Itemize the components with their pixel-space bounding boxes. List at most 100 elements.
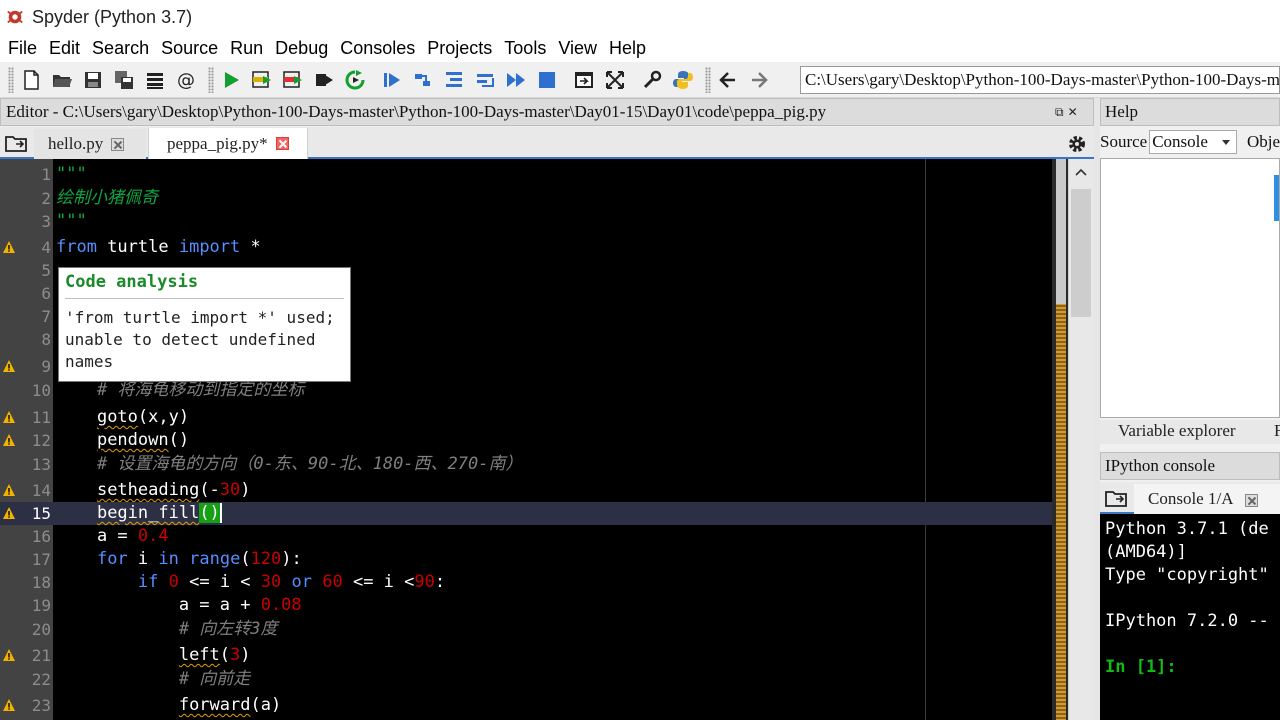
toolbar-grip-2[interactable] [208, 66, 214, 93]
menu-search[interactable]: Search [86, 34, 155, 62]
source-select[interactable]: Console [1149, 130, 1237, 154]
step-into-button[interactable] [441, 66, 467, 94]
close-tab-icon[interactable] [275, 137, 289, 150]
run-selection-button[interactable] [311, 66, 337, 94]
console-prompt: In [1]: [1105, 657, 1177, 677]
run-button[interactable] [218, 66, 244, 94]
forward-button[interactable] [746, 66, 772, 94]
spyder-window: Spyder (Python 3.7) File Edit Search Sou… [0, 0, 1280, 720]
tab-file-explorer[interactable]: F [1274, 421, 1280, 441]
ipython-console[interactable]: Python 3.7.1 (de (AMD64)] Type "copyrigh… [1100, 514, 1280, 720]
working-directory-input[interactable]: C:\Users\gary\Desktop\Python-100-Days-ma… [800, 66, 1280, 94]
toolbar-grip[interactable] [8, 66, 14, 93]
help-content-view[interactable] [1100, 158, 1280, 418]
save-all-button[interactable] [111, 66, 137, 94]
code-line[interactable]: 4 from turtle import * [0, 236, 1052, 259]
code-line[interactable]: 21 left(3) [0, 644, 1052, 667]
warning-icon[interactable] [2, 698, 16, 712]
menu-run[interactable]: Run [224, 34, 269, 62]
gear-icon[interactable] [1066, 133, 1088, 155]
warning-icon[interactable] [2, 483, 16, 497]
open-file-button[interactable] [49, 66, 75, 94]
menu-file[interactable]: File [2, 34, 43, 62]
at-button[interactable]: @ [173, 66, 199, 94]
run-cell-advance-button[interactable] [280, 66, 306, 94]
new-file-button[interactable] [18, 66, 44, 94]
code-line[interactable]: 17 for i in range(120): [0, 548, 1052, 571]
tab-peppa-pig-py[interactable]: peppa_pig.py* [148, 128, 308, 159]
save-button[interactable] [80, 66, 106, 94]
list-button[interactable] [142, 66, 168, 94]
tab-label: peppa_pig.py* [167, 133, 268, 153]
source-select-value: Console [1152, 132, 1208, 151]
close-pane-icon[interactable]: ✕ [1068, 105, 1078, 119]
fullscreen-button[interactable] [602, 66, 628, 94]
chevron-up-icon[interactable] [1075, 167, 1087, 177]
browse-tabs-icon[interactable] [4, 133, 28, 153]
step-button[interactable] [410, 66, 436, 94]
toolbar-grip-3[interactable] [705, 66, 711, 93]
code-line[interactable]: 22 # 向前走 [0, 668, 1052, 691]
code-line[interactable]: 19 a = a + 0.08 [0, 594, 1052, 617]
step-return-button[interactable] [472, 66, 498, 94]
maximize-pane-button[interactable] [571, 66, 597, 94]
code-line[interactable]: 12 pendown() [0, 429, 1052, 452]
menu-source[interactable]: Source [155, 34, 224, 62]
code-line[interactable]: 14 setheading(-30) [0, 479, 1052, 502]
code-line[interactable]: 11 goto(x,y) [0, 406, 1052, 429]
code-line[interactable]: 16 a = 0.4 [0, 525, 1052, 548]
preferences-button[interactable] [639, 66, 665, 94]
warning-icon[interactable] [2, 410, 16, 424]
code-line[interactable]: 2 绘制小猪佩奇 [0, 187, 1052, 210]
editor-vertical-scrollbar[interactable] [1068, 159, 1094, 720]
code-line[interactable]: 1 """ [0, 163, 1052, 186]
code-analysis-tooltip: Code analysis 'from turtle import *' use… [58, 267, 351, 382]
flag-area[interactable] [1052, 159, 1068, 720]
undock-icon[interactable]: ⧉ [1055, 105, 1064, 120]
stop-button[interactable] [534, 66, 560, 94]
console-line: Python 3.7.1 (de [1105, 519, 1269, 539]
tab-hello-py[interactable]: hello.py [34, 129, 146, 159]
close-tab-icon[interactable] [111, 137, 125, 151]
code-line[interactable]: 23 forward(a) [0, 694, 1052, 717]
current-code-line[interactable]: 15 begin_fill() [0, 502, 1052, 525]
menu-debug[interactable]: Debug [269, 34, 334, 62]
debug-button[interactable] [379, 66, 405, 94]
code-line[interactable]: 10 # 将海龟移动到指定的坐标 [0, 379, 1052, 402]
python-path-button[interactable] [670, 66, 696, 94]
rerun-button[interactable] [342, 66, 368, 94]
warning-icon[interactable] [2, 648, 16, 662]
scrollbar-thumb[interactable] [1071, 189, 1091, 317]
python-path-icon [673, 70, 693, 89]
tab-variable-explorer[interactable]: Variable explorer [1118, 421, 1236, 441]
code-editor[interactable]: 1 """ 2 绘制小猪佩奇 3 """ 4 from turtle import * … [0, 159, 1068, 720]
menu-projects[interactable]: Projects [421, 34, 498, 62]
tooltip-title: Code analysis [65, 272, 199, 292]
save-all-icon [115, 70, 133, 89]
code-line[interactable]: 20 # 向左转3度 [0, 618, 1052, 641]
warning-icon[interactable] [2, 359, 16, 373]
menu-edit[interactable]: Edit [43, 34, 86, 62]
menu-view[interactable]: View [552, 34, 603, 62]
run-cell-advance-icon [283, 70, 302, 88]
menu-bar: File Edit Search Source Run Debug Consol… [0, 34, 1280, 62]
title-bar: Spyder (Python 3.7) [0, 0, 1280, 34]
continue-button[interactable] [503, 66, 529, 94]
object-label: Obje [1246, 132, 1280, 151]
tab-console-1[interactable]: Console 1/A [1134, 484, 1280, 514]
warning-icon[interactable] [2, 240, 16, 254]
code-line[interactable]: 3 """ [0, 210, 1052, 233]
menu-help[interactable]: Help [603, 34, 652, 62]
code-line[interactable]: 18 if 0 <= i < 30 or 60 <= i <90: [0, 571, 1052, 594]
browse-tabs-icon[interactable] [1104, 488, 1128, 508]
close-tab-icon[interactable] [1244, 493, 1258, 507]
run-cell-button[interactable] [249, 66, 275, 94]
tooltip-line: unable to detect undefined [65, 330, 316, 349]
warning-icon[interactable] [2, 433, 16, 447]
menu-tools[interactable]: Tools [498, 34, 552, 62]
menu-consoles[interactable]: Consoles [334, 34, 421, 62]
code-line[interactable]: 13 # 设置海龟的方向（0-东、90-北、180-西、270-南） [0, 453, 1052, 476]
back-button[interactable] [715, 66, 741, 94]
maximize-pane-icon [575, 71, 593, 88]
warning-icon[interactable] [2, 506, 16, 520]
